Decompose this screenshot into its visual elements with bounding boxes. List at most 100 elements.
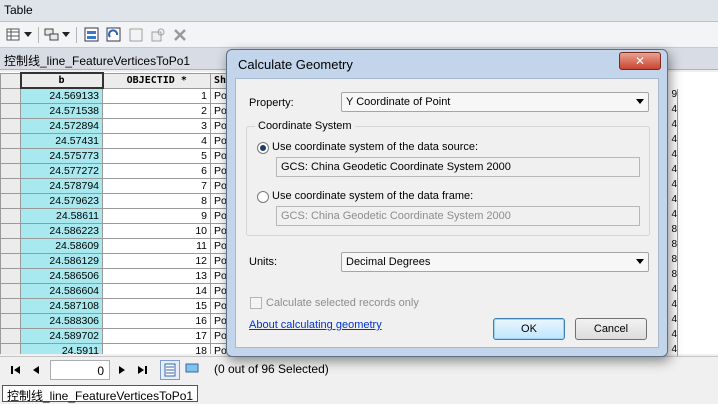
cell-b[interactable]: 24.572894 [20, 117, 103, 134]
row-selector[interactable] [0, 312, 21, 329]
row-selector[interactable] [0, 327, 21, 344]
property-dropdown[interactable]: Y Coordinate of Point [341, 92, 649, 112]
radio-data-source[interactable] [257, 142, 269, 154]
cell-b[interactable]: 24.58611 [20, 207, 103, 224]
related-tables-dropdown-icon[interactable] [60, 26, 72, 44]
cancel-button[interactable]: Cancel [575, 318, 647, 340]
row-selector[interactable] [0, 192, 21, 209]
chevron-down-icon [636, 259, 644, 264]
cell-objectid[interactable]: 5 [102, 147, 211, 164]
bottom-table-tab[interactable]: 控制线_line_FeatureVerticesToPo1 [2, 385, 199, 403]
cell-objectid[interactable]: 10 [102, 222, 211, 239]
ok-button[interactable]: OK [493, 318, 565, 340]
switch-selection-icon[interactable] [104, 26, 124, 44]
cell-partial: 4 [668, 179, 678, 194]
cell-partial: 4 [668, 149, 678, 164]
row-selector[interactable] [0, 282, 21, 299]
first-record-icon[interactable] [8, 362, 24, 378]
row-selector[interactable] [0, 207, 21, 224]
row-selector[interactable] [0, 267, 21, 284]
cell-b[interactable]: 24.579623 [20, 192, 103, 209]
cell-objectid[interactable]: 6 [102, 162, 211, 179]
cell-objectid[interactable]: 8 [102, 192, 211, 209]
row-selector[interactable] [0, 342, 21, 354]
cell-objectid[interactable]: 13 [102, 267, 211, 284]
cell-b[interactable]: 24.586223 [20, 222, 103, 239]
row-selector[interactable] [0, 297, 21, 314]
table-right-edge: 944444444888844444 [668, 72, 718, 359]
table-options-dropdown-icon[interactable] [22, 26, 34, 44]
row-selector-header[interactable] [0, 72, 21, 89]
bottom-table-tabs: 控制线_line_FeatureVerticesToPo1 [0, 382, 718, 404]
cell-b[interactable]: 24.58609 [20, 237, 103, 254]
column-header-b[interactable]: b [19, 72, 104, 89]
cell-b[interactable]: 24.57431 [20, 132, 103, 149]
radio-data-frame-label[interactable]: Use coordinate system of the data frame: [272, 190, 473, 202]
show-all-records-icon[interactable] [160, 360, 180, 380]
clear-selection-icon[interactable] [126, 26, 146, 44]
row-selector[interactable] [0, 117, 21, 134]
selected-records-only-checkbox[interactable] [250, 297, 262, 309]
cell-b[interactable]: 24.586506 [20, 267, 103, 284]
cell-partial: 4 [668, 314, 678, 329]
row-selector[interactable] [0, 177, 21, 194]
units-dropdown[interactable]: Decimal Degrees [341, 252, 649, 272]
row-selector[interactable] [0, 252, 21, 269]
close-icon[interactable]: ✕ [619, 52, 661, 70]
related-tables-icon[interactable] [42, 26, 62, 44]
show-selected-records-icon[interactable] [182, 360, 202, 380]
row-selector[interactable] [0, 132, 21, 149]
cell-b[interactable]: 24.589702 [20, 327, 103, 344]
table-status-bar: 0 (0 out of 96 Selected) [0, 356, 718, 382]
cell-objectid[interactable]: 9 [102, 207, 211, 224]
next-record-icon[interactable] [114, 362, 130, 378]
source-coordinate-system-field: GCS: China Geodetic Coordinate System 20… [276, 157, 640, 177]
cell-objectid[interactable]: 11 [102, 237, 211, 254]
row-selector[interactable] [0, 237, 21, 254]
record-number-input[interactable]: 0 [50, 360, 110, 380]
delete-selected-icon[interactable] [170, 26, 190, 44]
cell-b[interactable]: 24.575773 [20, 147, 103, 164]
cell-objectid[interactable]: 2 [102, 102, 211, 119]
last-record-icon[interactable] [134, 362, 150, 378]
zoom-to-selected-icon[interactable] [148, 26, 168, 44]
column-header-objectid[interactable]: OBJECTID * [102, 72, 211, 89]
cell-b[interactable]: 24.587108 [20, 297, 103, 314]
row-selector[interactable] [0, 162, 21, 179]
cell-b[interactable]: 24.569133 [20, 87, 103, 104]
about-calculating-geometry-link[interactable]: About calculating geometry [249, 319, 382, 331]
cell-b[interactable]: 24.577272 [20, 162, 103, 179]
cell-objectid[interactable]: 18 [102, 342, 211, 354]
cell-partial: 4 [668, 134, 678, 149]
cell-objectid[interactable]: 12 [102, 252, 211, 269]
cell-b[interactable]: 24.586604 [20, 282, 103, 299]
layer-table-tab-label: 控制线_line_FeatureVerticesToPo1 [4, 54, 191, 68]
row-selector[interactable] [0, 222, 21, 239]
radio-data-source-label[interactable]: Use coordinate system of the data source… [272, 141, 478, 153]
row-selector[interactable] [0, 102, 21, 119]
cell-b[interactable]: 24.586129 [20, 252, 103, 269]
radio-data-frame[interactable] [257, 191, 269, 203]
cell-partial: 8 [668, 269, 678, 284]
cell-b[interactable]: 24.578794 [20, 177, 103, 194]
cell-partial: 8 [668, 239, 678, 254]
cell-b[interactable]: 24.5911 [20, 342, 103, 354]
cell-objectid[interactable]: 17 [102, 327, 211, 344]
table-options-icon[interactable] [4, 26, 24, 44]
coordinate-system-legend: Coordinate System [255, 120, 355, 132]
cell-objectid[interactable]: 3 [102, 117, 211, 134]
cell-b[interactable]: 24.571538 [20, 102, 103, 119]
cell-objectid[interactable]: 16 [102, 312, 211, 329]
cell-objectid[interactable]: 15 [102, 297, 211, 314]
toolbar-separator [76, 27, 77, 43]
cell-b[interactable]: 24.588306 [20, 312, 103, 329]
select-by-attributes-icon[interactable] [82, 26, 102, 44]
row-selector[interactable] [0, 87, 21, 104]
cell-objectid[interactable]: 4 [102, 132, 211, 149]
cell-objectid[interactable]: 7 [102, 177, 211, 194]
previous-record-icon[interactable] [28, 362, 44, 378]
row-selector[interactable] [0, 147, 21, 164]
toolbar-separator [38, 27, 39, 43]
cell-objectid[interactable]: 14 [102, 282, 211, 299]
cell-objectid[interactable]: 1 [102, 87, 211, 104]
